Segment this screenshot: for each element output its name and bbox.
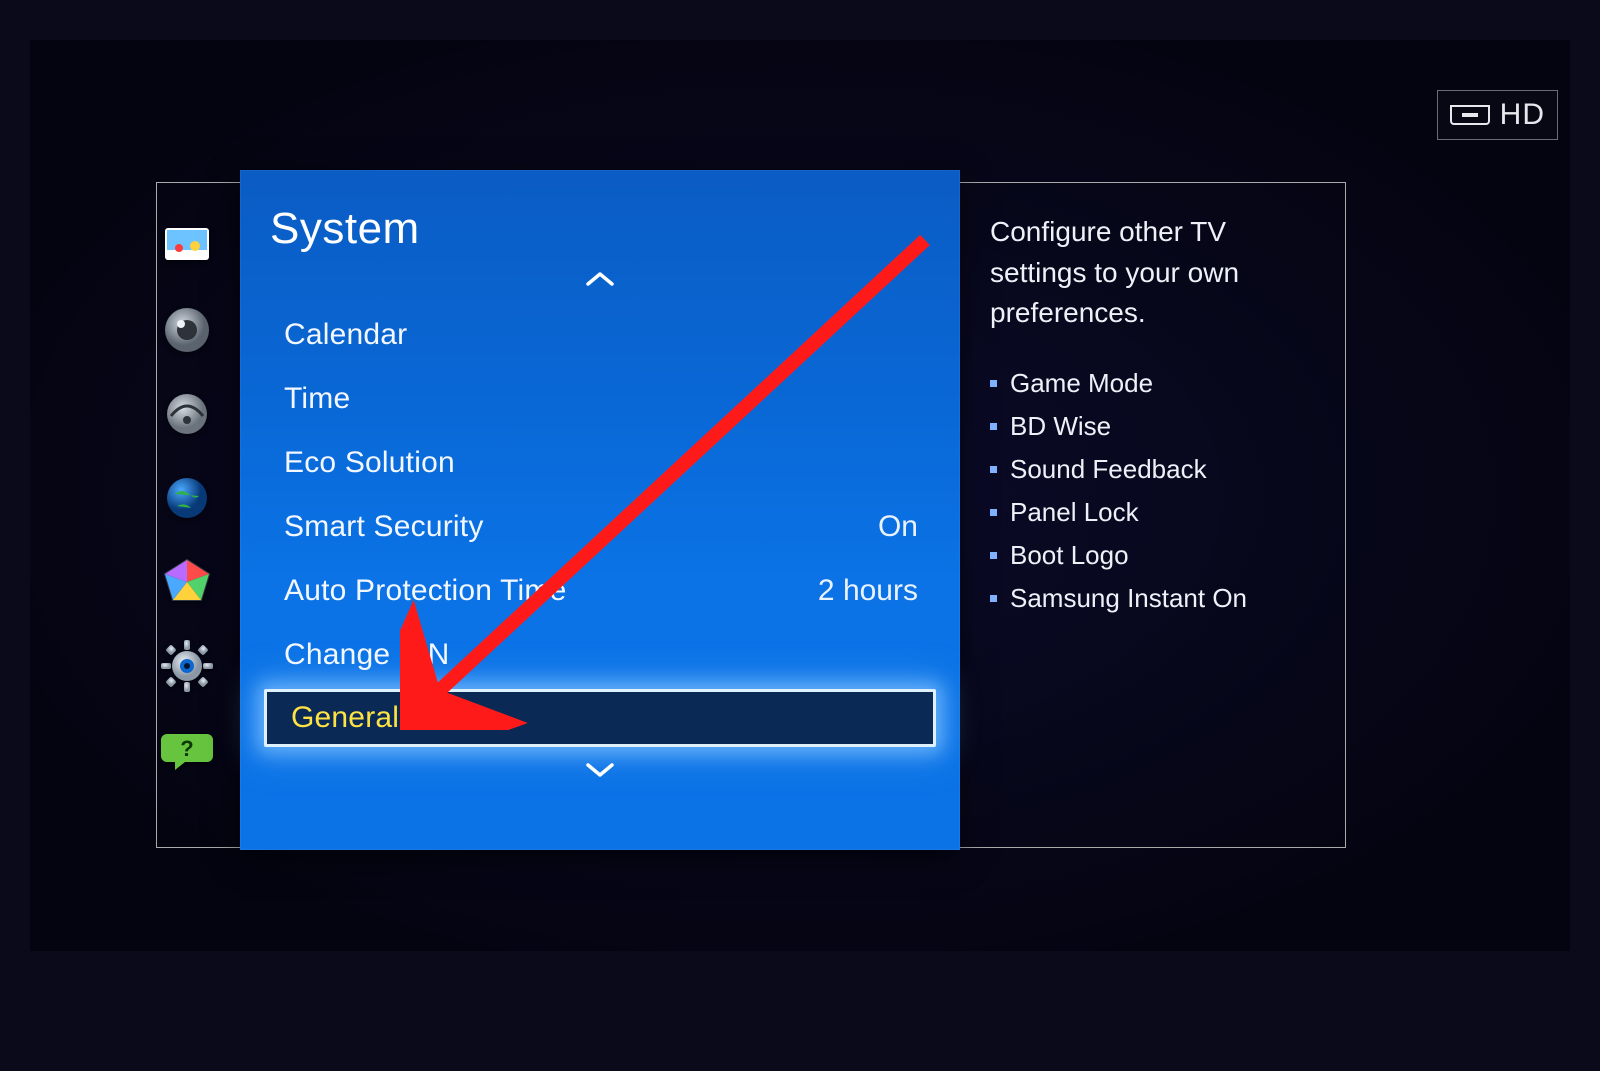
support-help-icon[interactable]: ? [159, 722, 215, 778]
menu-item-label: Smart Security [284, 510, 484, 544]
menu-item-calendar[interactable]: Calendar [260, 303, 940, 367]
help-bullet: Samsung Instant On [990, 577, 1314, 620]
scroll-down[interactable] [260, 757, 940, 788]
help-bullet: Panel Lock [990, 491, 1314, 534]
help-bullet: BD Wise [990, 405, 1314, 448]
picture-icon[interactable] [159, 218, 215, 274]
settings-list: Calendar Time Eco Solution Smart Securit… [260, 303, 940, 747]
help-bullets: Game Mode BD Wise Sound Feedback Panel L… [990, 362, 1314, 620]
menu-item-value: 2 hours [818, 574, 918, 608]
menu-item-time[interactable]: Time [260, 367, 940, 431]
settings-gear-icon[interactable] [159, 638, 215, 694]
help-bullet: Boot Logo [990, 534, 1314, 577]
hdmi-port-icon [1450, 105, 1490, 125]
help-panel: Configure other TV settings to your own … [990, 212, 1314, 620]
menu-item-value: On [878, 510, 918, 544]
globe-icon[interactable] [159, 470, 215, 526]
category-sidebar: ? [148, 200, 226, 778]
menu-item-change-pin[interactable]: Change PIN [260, 623, 940, 687]
network-icon[interactable] [159, 386, 215, 442]
menu-item-smart-security[interactable]: Smart Security On [260, 495, 940, 559]
panel-title: System [270, 204, 940, 254]
settings-panel: System Calendar Time Eco Solution Smart … [240, 170, 960, 850]
smarthub-icon[interactable] [159, 554, 215, 610]
scroll-up[interactable] [260, 266, 940, 297]
menu-item-label: Auto Protection Time [284, 574, 566, 608]
menu-item-label: Change PIN [284, 638, 449, 672]
svg-text:?: ? [180, 736, 193, 761]
speaker-icon[interactable] [159, 302, 215, 358]
menu-item-label: General [291, 701, 399, 735]
help-description: Configure other TV settings to your own … [990, 212, 1314, 334]
menu-item-auto-protection-time[interactable]: Auto Protection Time 2 hours [260, 559, 940, 623]
help-bullet: Sound Feedback [990, 448, 1314, 491]
menu-item-label: Time [284, 382, 350, 416]
menu-item-general[interactable]: General [264, 689, 936, 747]
hdmi-label: HD [1500, 98, 1545, 132]
hdmi-indicator: HD [1437, 90, 1558, 140]
menu-item-label: Eco Solution [284, 446, 455, 480]
tv-screen: HD [30, 40, 1570, 951]
menu-item-label: Calendar [284, 318, 407, 352]
help-bullet: Game Mode [990, 362, 1314, 405]
menu-item-eco-solution[interactable]: Eco Solution [260, 431, 940, 495]
